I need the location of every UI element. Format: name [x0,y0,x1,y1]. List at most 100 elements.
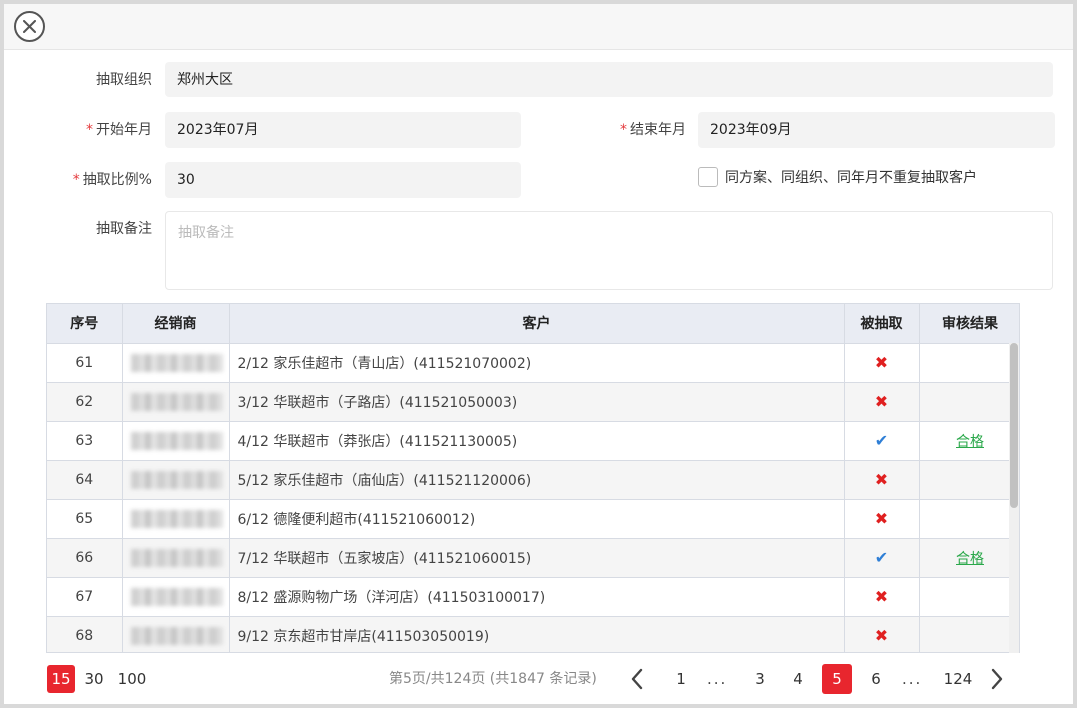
result-cell [919,460,1019,500]
close-icon [23,20,36,33]
dialog-header [4,4,1073,50]
table-row: 67 8/12 盛源购物广场（洋河店）(411503100017) ✖ [47,577,1019,617]
no-repeat-checkbox[interactable] [698,167,718,187]
table-row: 66 7/12 华联超市（五家坡店）(411521060015) ✔ 合格 [47,538,1019,578]
page-ellipsis-1: ... [707,670,728,688]
remark-label: 抽取备注 [96,221,152,237]
table-row: 68 9/12 京东超市甘岸店(411503050019) ✖ [47,616,1019,652]
result-cell: 合格 [919,421,1019,461]
row-number: 61 [47,343,123,383]
page-124[interactable]: 124 [940,664,976,694]
customer-cell: 5/12 家乐佳超市（庙仙店）(411521120006) [229,460,845,500]
result-cell [919,382,1019,422]
customer-cell: 9/12 京东超市甘岸店(411503050019) [229,616,845,652]
selected-cell: ✖ [844,616,920,652]
no-repeat-label: 同方案、同组织、同年月不重复抽取客户 [725,170,977,186]
redacted-dealer [130,470,223,489]
org-label: 抽取组织 [96,72,152,88]
page-ellipsis-2: ... [902,670,923,688]
redacted-dealer [130,548,223,567]
cross-icon: ✖ [874,626,889,645]
result-pass-link[interactable]: 合格 [956,434,984,450]
col-header-dealer: 经销商 [122,304,230,344]
chevron-left-icon [631,668,643,690]
result-pass-link[interactable]: 合格 [956,551,984,567]
table-row: 61 2/12 家乐佳超市（青山店）(411521070002) ✖ [47,343,1019,383]
page-5[interactable]: 5 [822,664,852,694]
page-1[interactable]: 1 [666,664,696,694]
customer-cell: 8/12 盛源购物广场（洋河店）(411503100017) [229,577,845,617]
page-4[interactable]: 4 [783,664,813,694]
selected-cell: ✖ [844,382,920,422]
result-cell: 合格 [919,538,1019,578]
row-number: 68 [47,616,123,652]
page-size-100[interactable]: 100 [116,665,148,693]
customer-cell: 2/12 家乐佳超市（青山店）(411521070002) [229,343,845,383]
ratio-field[interactable]: 30 [165,162,521,198]
customer-cell: 7/12 华联超市（五家坡店）(411521060015) [229,538,845,578]
table-row: 65 6/12 德隆便利超市(411521060012) ✖ [47,499,1019,539]
dealer-cell [122,499,230,539]
row-number: 67 [47,577,123,617]
chevron-right-icon [991,668,1003,690]
end-month-field[interactable]: 2023年09月 [698,112,1055,148]
check-icon: ✔ [874,431,889,450]
selected-cell: ✖ [844,577,920,617]
redacted-dealer [130,392,223,411]
cross-icon: ✖ [874,392,889,411]
customer-cell: 4/12 华联超市（莽张店）(411521130005) [229,421,845,461]
cross-icon: ✖ [874,470,889,489]
selected-cell: ✔ [844,538,920,578]
table-row: 63 4/12 华联超市（莽张店）(411521130005) ✔ 合格 [47,421,1019,461]
cross-icon: ✖ [874,587,889,606]
redacted-dealer [130,431,223,450]
col-header-selected: 被抽取 [844,304,920,344]
prev-page-button[interactable] [630,668,644,694]
page-size-15[interactable]: 15 [47,665,75,693]
customer-cell: 6/12 德隆便利超市(411521060012) [229,499,845,539]
page-size-30[interactable]: 30 [80,665,108,693]
table-scrollbar[interactable] [1009,343,1019,653]
col-header-no: 序号 [47,304,123,344]
result-cell [919,343,1019,383]
redacted-dealer [130,587,223,606]
selected-cell: ✔ [844,421,920,461]
row-number: 62 [47,382,123,422]
col-header-result: 审核结果 [919,304,1019,344]
row-number: 64 [47,460,123,500]
page-info: 第5页/共124页 (共1847 条记录) [389,671,597,687]
redacted-dealer [130,626,223,645]
cross-icon: ✖ [874,509,889,528]
cross-icon: ✖ [874,353,889,372]
remark-textarea[interactable]: 抽取备注 [165,211,1053,290]
start-month-field[interactable]: 2023年07月 [165,112,521,148]
redacted-dealer [130,509,223,528]
row-number: 65 [47,499,123,539]
page-3[interactable]: 3 [745,664,775,694]
close-button[interactable] [14,11,45,42]
result-cell [919,499,1019,539]
result-cell [919,577,1019,617]
row-number: 66 [47,538,123,578]
dealer-cell [122,382,230,422]
dealer-cell [122,538,230,578]
selected-cell: ✖ [844,343,920,383]
table-row: 62 3/12 华联超市（子路店）(411521050003) ✖ [47,382,1019,422]
dealer-cell [122,577,230,617]
org-field[interactable]: 郑州大区 [165,62,1053,97]
selected-cell: ✖ [844,499,920,539]
start-month-label: * 开始年月 [86,122,152,138]
table-header-row: 序号 经销商 客户 被抽取 审核结果 [47,304,1019,344]
dealer-cell [122,343,230,383]
page-6[interactable]: 6 [861,664,891,694]
dealer-cell [122,460,230,500]
selected-cell: ✖ [844,460,920,500]
extract-table: 序号 经销商 客户 被抽取 审核结果 61 2/12 家乐佳超市（青山店）(411… [46,303,1020,653]
row-number: 63 [47,421,123,461]
redacted-dealer [130,353,223,372]
scroll-thumb[interactable] [1010,343,1018,508]
ratio-label: * 抽取比例% [72,172,152,188]
check-icon: ✔ [874,548,889,567]
next-page-button[interactable] [990,668,1004,694]
end-month-label: * 结束年月 [620,122,686,138]
